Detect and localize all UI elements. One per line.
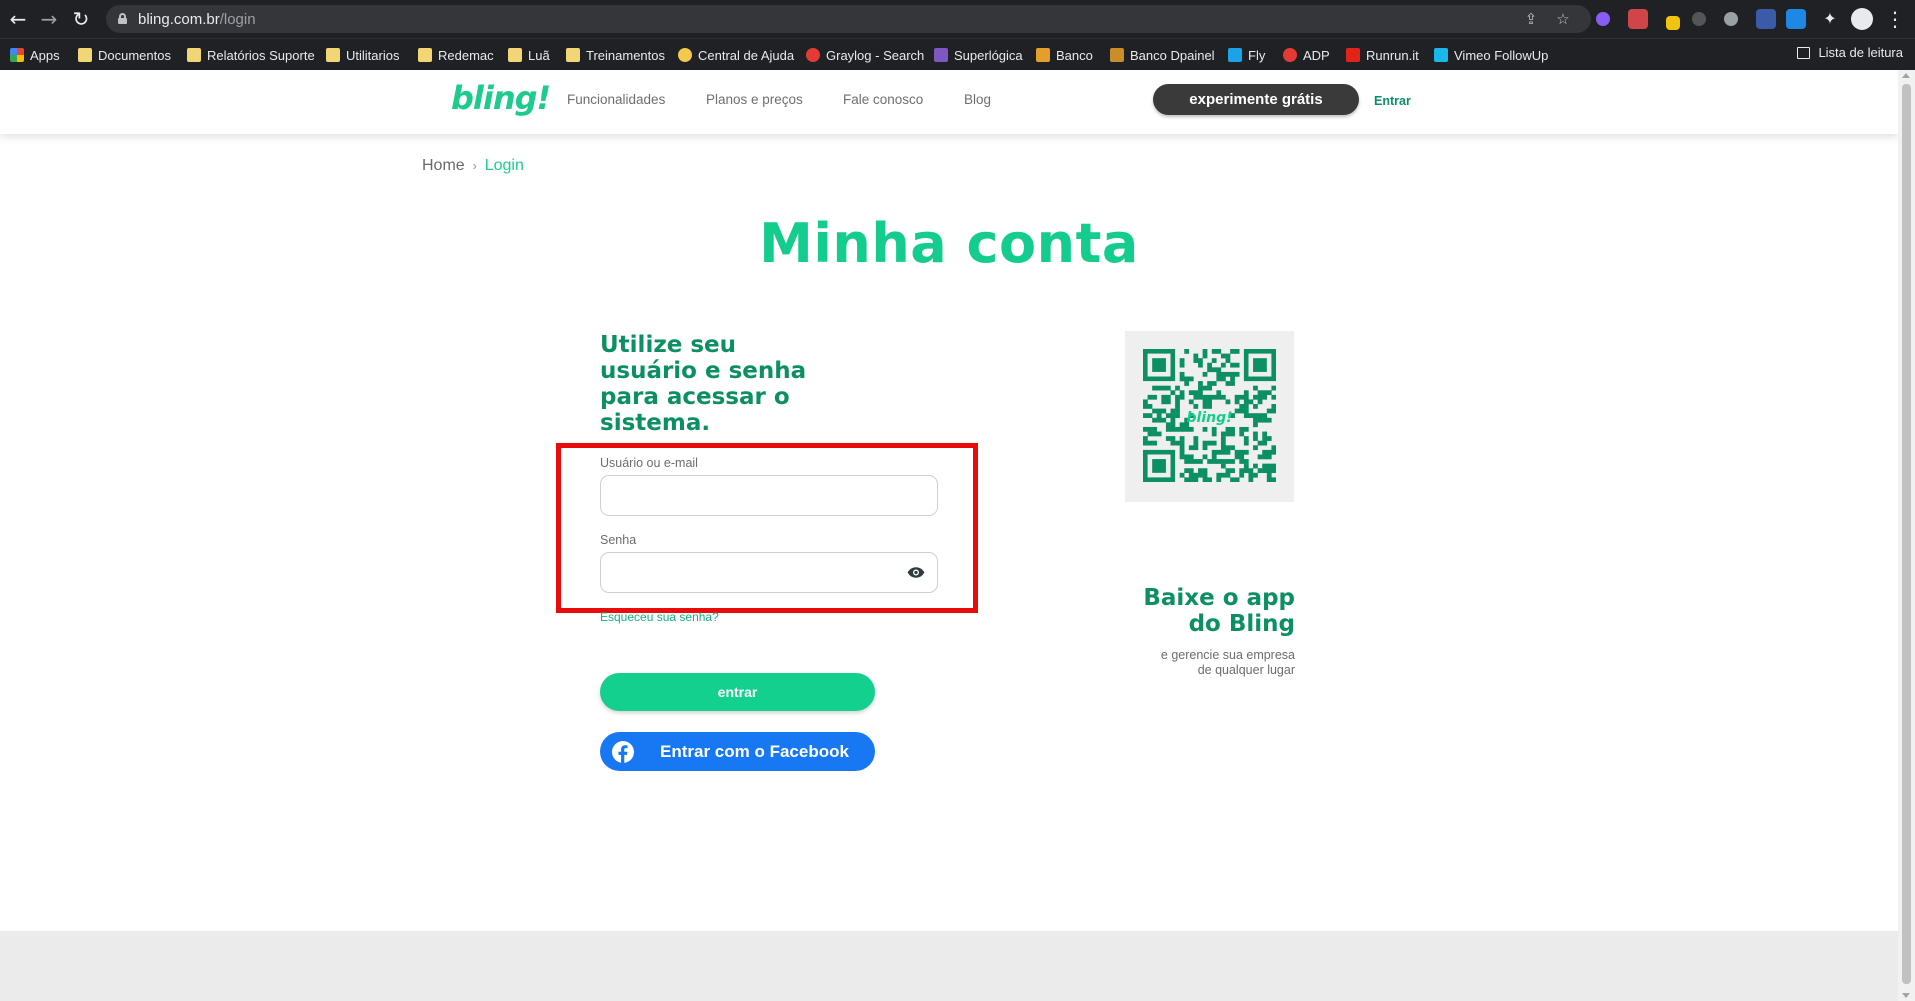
- bookmark-adp[interactable]: ADP: [1283, 45, 1330, 65]
- highlight-annotation-box: [556, 443, 978, 613]
- reading-list-icon: [1797, 46, 1811, 59]
- bookmark-relatorios-suporte[interactable]: Relatórios Suporte: [187, 45, 315, 65]
- login-intro: Utilize seu usuário e senha para acessar…: [600, 332, 807, 436]
- url-text: bling.com.br/login: [138, 11, 256, 28]
- vimeo-icon: [1434, 48, 1448, 62]
- page: bling! Funcionalidades Planos e preços F…: [0, 70, 1898, 1001]
- share-icon[interactable]: ⇪: [1522, 10, 1540, 28]
- login-button[interactable]: entrar: [600, 673, 875, 711]
- bookmark-banco[interactable]: Banco: [1036, 45, 1093, 65]
- app-promo-subtitle: e gerencie sua empresa de qualquer lugar: [1080, 648, 1295, 678]
- site-header: bling! Funcionalidades Planos e preços F…: [0, 70, 1898, 134]
- qr-code-image: bling!: [1143, 349, 1276, 482]
- bookmark-lua[interactable]: Luã: [508, 45, 550, 65]
- help-icon: [678, 48, 692, 62]
- forward-icon[interactable]: →: [37, 7, 61, 31]
- runrun-icon: [1346, 48, 1360, 62]
- folder-icon: [566, 48, 580, 62]
- bookmark-utilitarios[interactable]: Utilitarios: [326, 45, 399, 65]
- facebook-icon: [612, 741, 634, 763]
- app-promo-title-line2: do Bling: [1188, 611, 1295, 637]
- forgot-password-link[interactable]: Esqueceu sua senha?: [600, 610, 719, 624]
- page-scrollbar[interactable]: [1898, 70, 1915, 1001]
- nav-funcionalidades[interactable]: Funcionalidades: [567, 92, 665, 107]
- fly-icon: [1228, 48, 1242, 62]
- bookmarks-bar: Apps Documentos Relatórios Suporte Utili…: [0, 38, 1915, 70]
- try-free-button[interactable]: experimente grátis: [1153, 84, 1359, 115]
- bookmark-documentos[interactable]: Documentos: [78, 45, 171, 65]
- bank-icon: [1110, 48, 1124, 62]
- nav-planos-e-precos[interactable]: Planos e preços: [706, 92, 803, 107]
- extension-recycle-icon[interactable]: [1692, 12, 1706, 26]
- facebook-login-button[interactable]: Entrar com o Facebook: [600, 732, 875, 771]
- bank-icon: [1036, 48, 1050, 62]
- back-icon[interactable]: ←: [6, 7, 30, 31]
- app-promo-title: Baixe o app do Bling: [1100, 585, 1295, 637]
- bookmark-treinamentos[interactable]: Treinamentos: [566, 45, 665, 65]
- apps-grid-icon: [10, 48, 24, 62]
- bookmark-banco-dpainel[interactable]: Banco Dpainel: [1110, 45, 1215, 65]
- folder-icon: [418, 48, 432, 62]
- bookmark-fly[interactable]: Fly: [1228, 45, 1265, 65]
- breadcrumb-separator: ›: [472, 159, 477, 173]
- bookmark-apps[interactable]: Apps: [10, 45, 60, 65]
- extension-badge-icon[interactable]: [1628, 9, 1648, 29]
- reload-icon[interactable]: ↻: [69, 7, 93, 31]
- breadcrumb: Home › Login: [422, 157, 524, 175]
- star-icon[interactable]: ☆: [1554, 10, 1572, 28]
- header-login-link[interactable]: Entrar: [1374, 94, 1411, 108]
- extension-new-icon[interactable]: [1786, 9, 1806, 29]
- bookmark-runrun[interactable]: Runrun.it: [1346, 45, 1419, 65]
- bookmark-graylog[interactable]: Graylog - Search: [806, 45, 924, 65]
- bookmark-vimeo[interactable]: Vimeo FollowUp: [1434, 45, 1548, 65]
- app-qr-code: bling!: [1125, 331, 1294, 502]
- profile-avatar[interactable]: [1851, 8, 1873, 30]
- app-promo-subtitle-line2: de qualquer lugar: [1197, 663, 1295, 677]
- folder-icon: [326, 48, 340, 62]
- extension-feather-icon[interactable]: [1596, 12, 1610, 26]
- address-bar[interactable]: bling.com.br/login ⇪ ☆: [106, 5, 1591, 33]
- folder-icon: [187, 48, 201, 62]
- extensions-puzzle-icon[interactable]: ✦: [1818, 7, 1842, 31]
- folder-icon: [78, 48, 92, 62]
- bling-logo[interactable]: bling!: [451, 79, 551, 117]
- folder-icon: [508, 48, 522, 62]
- graylog-icon: [806, 48, 820, 62]
- bookmark-redemac[interactable]: Redemac: [418, 45, 494, 65]
- qr-bling-logo: bling!: [1187, 410, 1233, 426]
- reading-list[interactable]: Lista de leitura: [1797, 45, 1903, 60]
- scroll-up-icon[interactable]: [1902, 73, 1910, 78]
- nav-blog[interactable]: Blog: [964, 92, 991, 107]
- app-promo-subtitle-line1: e gerencie sua empresa: [1160, 648, 1295, 662]
- breadcrumb-current: Login: [484, 157, 524, 174]
- site-footer: [0, 931, 1898, 1001]
- app-promo-title-line1: Baixe o app: [1143, 585, 1295, 611]
- breadcrumb-home[interactable]: Home: [422, 157, 465, 175]
- extension-yellow-icon[interactable]: [1666, 16, 1680, 30]
- bookmark-central-de-ajuda[interactable]: Central de Ajuda: [678, 45, 794, 65]
- superlogica-icon: [934, 48, 948, 62]
- lock-icon: [118, 13, 127, 24]
- bookmark-superlogica[interactable]: Superlógica: [934, 45, 1023, 65]
- extension-gear-icon[interactable]: [1724, 12, 1738, 26]
- adp-icon: [1283, 48, 1297, 62]
- nav-fale-conosco[interactable]: Fale conosco: [843, 92, 923, 107]
- scrollbar-thumb[interactable]: [1902, 84, 1911, 984]
- page-title: Minha conta: [759, 212, 1139, 275]
- facebook-login-label: Entrar com o Facebook: [660, 742, 849, 761]
- menu-kebab-icon[interactable]: ⋮: [1883, 7, 1907, 31]
- scroll-down-icon[interactable]: [1902, 993, 1910, 998]
- browser-toolbar: ← → ↻ bling.com.br/login ⇪ ☆ ✦ ⋮: [0, 0, 1915, 38]
- extension-code-icon[interactable]: [1756, 9, 1776, 29]
